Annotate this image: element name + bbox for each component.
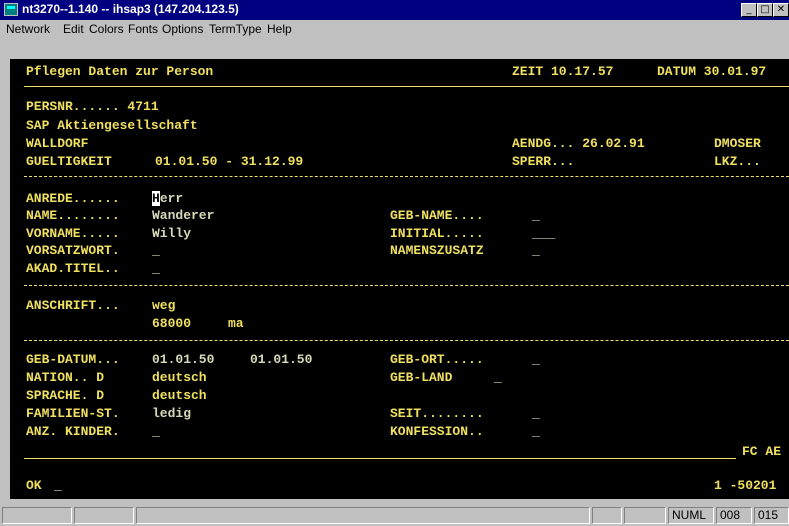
anrede-value: err	[159, 191, 184, 206]
section-separator	[24, 176, 789, 177]
menu-edit[interactable]: Edit	[63, 22, 84, 36]
familienstand-input[interactable]: ledig	[152, 407, 191, 421]
aendg-field: AENDG... 26.02.91	[512, 136, 645, 151]
maximize-button[interactable]: □	[757, 3, 773, 17]
vorname-input[interactable]: Willy	[152, 227, 191, 241]
anrede-label: ANREDE......	[26, 191, 120, 206]
namenszusatz-input[interactable]: _	[532, 244, 540, 258]
anrede-input[interactable]: Herr	[152, 191, 184, 206]
persnr-field: PERSNR...... 4711	[26, 99, 159, 114]
close-button[interactable]: ✕	[773, 3, 789, 17]
status-code: 1 -50201	[714, 478, 777, 493]
geb-land-input[interactable]: _	[494, 371, 502, 385]
nation-value: deutsch	[152, 370, 207, 385]
status-pane-4	[592, 507, 622, 524]
nation-label: NATION.. D	[26, 370, 105, 385]
geb-datum-input[interactable]: 01.01.50	[152, 353, 214, 367]
menu-options[interactable]: Options	[162, 22, 203, 36]
akad-titel-input[interactable]: _	[152, 262, 160, 276]
company-name: SAP Aktiengesellschaft	[26, 118, 198, 133]
status-pane-2	[74, 507, 134, 524]
gueltigkeit-label: GUELTIGKEIT	[26, 154, 112, 169]
anz-kinder-input[interactable]: _	[152, 425, 160, 439]
menu-colors[interactable]: Colors	[89, 22, 124, 36]
seit-input[interactable]: _	[532, 407, 540, 421]
initial-label: INITIAL.....	[390, 226, 484, 241]
anschrift-label: ANSCHRIFT...	[26, 298, 120, 313]
terminal-screen[interactable]: Pflegen Daten zur Person ZEIT 10.17.57 D…	[10, 59, 789, 499]
terminal-app-icon	[4, 3, 18, 16]
cursor-col-indicator: 015	[754, 507, 789, 524]
section-separator	[24, 285, 789, 286]
vorsatzwort-label: VORSATZWORT.	[26, 243, 120, 258]
menu-help[interactable]: Help	[267, 22, 292, 36]
name-label: NAME........	[26, 208, 120, 223]
familienstand-label: FAMILIEN-ST.	[26, 406, 120, 421]
city-name: WALLDORF	[26, 136, 89, 151]
geb-land-label: GEB-LAND	[390, 370, 453, 385]
sprache-value: deutsch	[152, 388, 207, 403]
vorname-label: VORNAME.....	[26, 226, 120, 241]
cursor-row-indicator: 008	[716, 507, 752, 524]
status-bar: NUML 008 015	[0, 503, 789, 526]
user-id: DMOSER	[714, 136, 761, 151]
geb-ort-label: GEB-ORT.....	[390, 352, 484, 367]
lkz-field: LKZ...	[714, 154, 761, 169]
anz-kinder-label: ANZ. KINDER.	[26, 424, 120, 439]
ok-code-input[interactable]: _	[54, 479, 62, 493]
geb-name-input[interactable]: _	[532, 209, 540, 223]
akad-titel-label: AKAD.TITEL..	[26, 261, 120, 276]
geb-ort-input[interactable]: _	[532, 353, 540, 367]
window-titlebar: nt3270--1.140 -- ihsap3 (147.204.123.5) …	[0, 0, 789, 20]
window-title: nt3270--1.140 -- ihsap3 (147.204.123.5)	[22, 2, 239, 16]
time-display: ZEIT 10.17.57	[512, 64, 614, 79]
geb-datum-display: 01.01.50	[250, 352, 313, 367]
namenszusatz-label: NAMENSZUSATZ	[390, 243, 484, 258]
plz-value[interactable]: 68000	[152, 317, 191, 331]
vorsatzwort-input[interactable]: _	[152, 244, 160, 258]
menu-bar: Network Edit Colors Fonts Options TermTy…	[0, 20, 789, 38]
function-code: FC AE	[742, 444, 782, 459]
seit-label: SEIT........	[390, 406, 484, 421]
sperr-field: SPERR...	[512, 154, 575, 169]
sprache-label: SPRACHE. D	[26, 388, 105, 403]
minimize-button[interactable]: _	[741, 3, 757, 17]
screen-title: Pflegen Daten zur Person	[26, 64, 214, 79]
street-value[interactable]: weg	[152, 299, 175, 313]
menu-termtype[interactable]: TermType	[209, 22, 262, 36]
ort-value[interactable]: ma	[228, 317, 244, 331]
konfession-input[interactable]: _	[532, 425, 540, 439]
numlock-indicator: NUML	[668, 507, 714, 524]
status-pane-5	[624, 507, 666, 524]
date-display: DATUM 30.01.97	[657, 64, 767, 79]
geb-name-label: GEB-NAME....	[390, 208, 484, 223]
text-cursor: H	[152, 191, 160, 206]
menu-fonts[interactable]: Fonts	[128, 22, 158, 36]
section-separator	[24, 340, 789, 341]
name-input[interactable]: Wanderer	[152, 209, 214, 223]
geb-datum-label: GEB-DATUM...	[26, 352, 120, 367]
gueltigkeit-value: 01.01.50 - 31.12.99	[155, 154, 304, 169]
ok-code-label: OK	[26, 478, 42, 493]
initial-input[interactable]: ___	[532, 227, 555, 241]
status-pane-1	[2, 507, 72, 524]
header-separator	[24, 86, 789, 87]
footer-separator	[24, 458, 736, 459]
konfession-label: KONFESSION..	[390, 424, 484, 439]
menu-network[interactable]: Network	[6, 22, 50, 36]
status-pane-3	[136, 507, 590, 524]
